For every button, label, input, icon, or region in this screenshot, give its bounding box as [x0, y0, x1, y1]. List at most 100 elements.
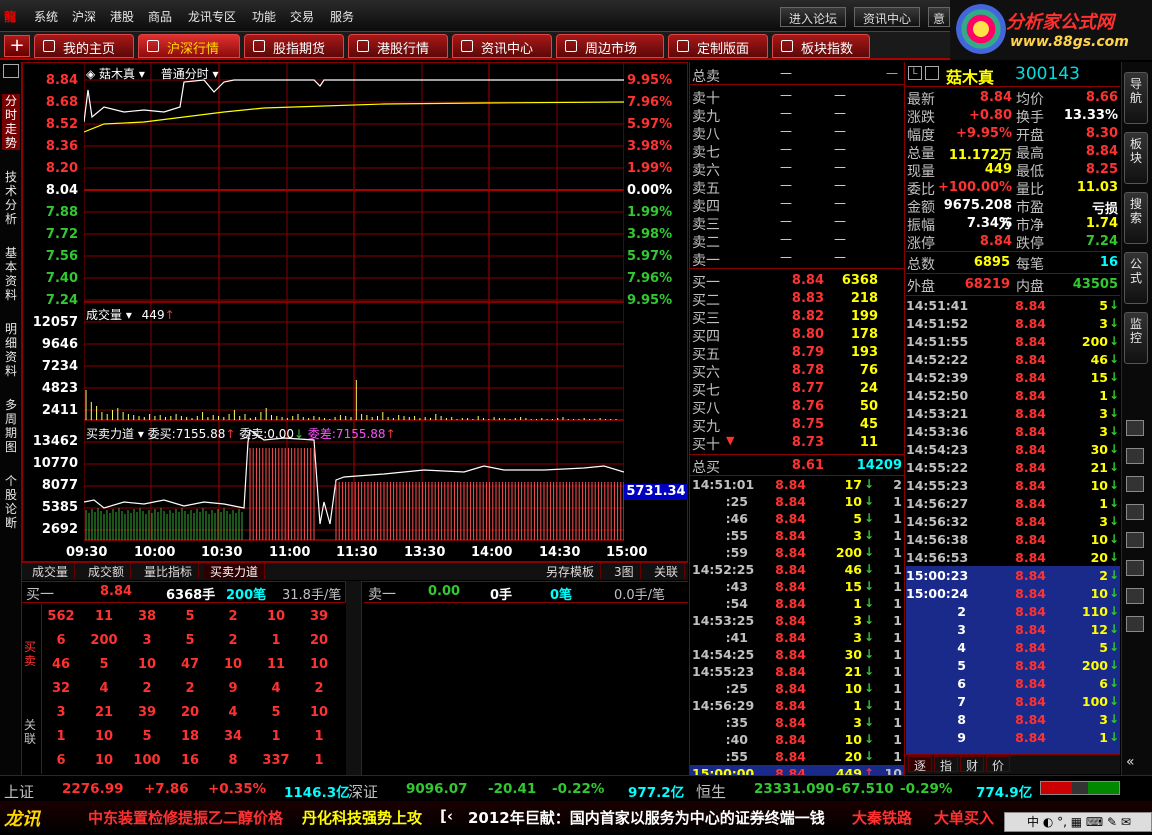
menu-hk[interactable]: 港股 — [110, 8, 134, 25]
side-label-related[interactable]: 关联 — [24, 718, 38, 746]
info-label: 委比 — [907, 182, 935, 198]
side-tab-detail[interactable]: 明细资料 — [2, 322, 20, 378]
tool-icon[interactable] — [1126, 588, 1144, 604]
right-tab-0[interactable]: 逐 — [908, 756, 932, 773]
total-sell-label: 总卖 — [692, 69, 720, 85]
info-label: 最高 — [1016, 146, 1044, 162]
chart-icon[interactable] — [925, 66, 939, 80]
forum-button[interactable]: 进入论坛 — [780, 7, 847, 27]
right-tab-2[interactable]: 财 — [960, 756, 984, 773]
info-value: 11.172万 — [948, 148, 1012, 163]
app-logo-icon[interactable]: 龍 — [4, 8, 22, 24]
collapse-icon[interactable]: « — [1126, 754, 1135, 770]
tick-time: :55 — [725, 749, 748, 764]
btab-related[interactable]: 关联 — [648, 563, 686, 579]
tick-price: 8.84 — [1015, 622, 1046, 637]
buy-level-price: 8.83 — [791, 291, 824, 306]
ticker-news-1[interactable]: 中东装置检修提振乙二醇价格 — [88, 807, 283, 828]
buy-level-price: 8.82 — [791, 309, 824, 324]
ticker-logo[interactable]: 龙讯 — [4, 805, 40, 831]
tick-price: 8.84 — [1015, 712, 1046, 727]
divider — [906, 295, 1120, 296]
tab-sector-index[interactable]: 板块指数 — [772, 34, 870, 58]
ticker-bracket-icon[interactable]: [‹ — [440, 807, 453, 825]
tool-icon[interactable] — [1126, 448, 1144, 464]
tab-shsz-quotes[interactable]: 沪深行情 — [138, 34, 240, 58]
index-name[interactable]: 上证 — [4, 781, 34, 802]
right-side-4[interactable]: 监控 — [1124, 312, 1148, 364]
tab-surrounding-markets[interactable]: 周边市场 — [556, 34, 664, 58]
force-label[interactable]: 买卖力道 ▾ 委买:7155.88↑ 委卖:0.00↓ 委差:7155.88↑ — [86, 425, 396, 442]
menu-longxun[interactable]: 龙讯专区 — [188, 8, 236, 25]
tick-price: 8.84 — [1015, 586, 1046, 601]
menu-function[interactable]: 功能 — [252, 8, 276, 25]
tick-direction-icon: ↓ — [864, 562, 875, 576]
btab-save-template[interactable]: 另存模板 — [540, 563, 602, 579]
right-side-2[interactable]: 搜索 — [1124, 192, 1148, 244]
side-tab-fundamental[interactable]: 基本资料 — [2, 246, 20, 302]
right-side-0[interactable]: 导航 — [1124, 72, 1148, 124]
info-value: 7.24 — [1085, 234, 1118, 249]
ticker-news-4[interactable]: 大秦铁路 — [852, 807, 912, 828]
tool-icon[interactable] — [1126, 532, 1144, 548]
tick-count: 1 — [893, 579, 902, 594]
ticker-news-2[interactable]: 丹化科技强势上攻 — [302, 807, 422, 828]
add-tab-button[interactable]: + — [4, 35, 30, 57]
ticker-news-3[interactable]: 2012年巨献：国内首家以服务为中心的证券终端一钱 — [468, 807, 825, 828]
side-label-buysell[interactable]: 买卖 — [24, 640, 38, 668]
info-center-button[interactable]: 资讯中心 — [854, 7, 921, 27]
tick-time: :25 — [725, 681, 748, 696]
volume-label[interactable]: 成交量 ▾ 449↑ — [86, 306, 175, 323]
btab-amount[interactable]: 成交额 — [82, 563, 132, 579]
btab-volume-ratio[interactable]: 量比指标 — [138, 563, 200, 579]
tool-icon[interactable] — [1126, 560, 1144, 576]
menu-trade[interactable]: 交易 — [290, 8, 314, 25]
tick-volume: 5 — [1099, 640, 1108, 655]
side-tab-multiperiod[interactable]: 多周期图 — [2, 398, 20, 454]
page-icon[interactable] — [3, 64, 19, 78]
queue-scrollbar[interactable] — [346, 581, 362, 775]
tab-index-futures[interactable]: 股指期货 — [244, 34, 344, 58]
tick-volume: 200 — [835, 545, 862, 560]
right-tab-1[interactable]: 指 — [934, 756, 958, 773]
tab-home[interactable]: 我的主页 — [34, 34, 134, 58]
tick-time: 14:55:22 — [906, 460, 969, 475]
down-arrow-icon[interactable]: ▼ — [726, 434, 734, 447]
index-name[interactable]: 深证 — [348, 781, 378, 802]
percent-tick: 5.97% — [627, 117, 673, 132]
tick-price: 8.84 — [775, 545, 806, 560]
chart-stock-label[interactable]: ◈ 菇木真 ▾ 普通分时 ▾ — [86, 65, 219, 82]
queue-cell: 5 — [185, 609, 195, 624]
queue-cell: 5 — [99, 657, 109, 672]
menu-service[interactable]: 服务 — [330, 8, 354, 25]
side-tab-stock-analysis[interactable]: 个股论断 — [2, 474, 20, 530]
tab-hk-quotes[interactable]: 港股行情 — [348, 34, 448, 58]
tick-count: 1 — [893, 664, 902, 679]
right-tab-3[interactable]: 价 — [986, 756, 1010, 773]
index-name[interactable]: 恒生 — [696, 781, 726, 802]
right-side-1[interactable]: 板块 — [1124, 132, 1148, 184]
side-tab-technical[interactable]: 技术分析 — [2, 170, 20, 226]
right-side-3[interactable]: 公式 — [1124, 252, 1148, 304]
queue-cell: 2 — [142, 681, 152, 696]
tool-icon[interactable] — [1126, 420, 1144, 436]
tool-icon[interactable] — [1126, 504, 1144, 520]
k-icon[interactable]: L — [908, 66, 922, 80]
btab-3-charts[interactable]: 3图 — [608, 563, 641, 579]
tool-icon[interactable] — [1126, 616, 1144, 632]
menu-shsz[interactable]: 沪深 — [72, 8, 96, 25]
more-button[interactable]: 意 — [928, 7, 950, 27]
menu-system[interactable]: 系统 — [34, 8, 58, 25]
tick-time: 14:51:52 — [906, 316, 969, 331]
tick-time: :43 — [725, 579, 748, 594]
tab-custom-layout[interactable]: 定制版面 — [668, 34, 768, 58]
btab-volume[interactable]: 成交量 — [26, 563, 76, 579]
ime-tray[interactable]: 中 ◐ °, ▦ ⌨ ✎ ✉ — [1004, 812, 1152, 832]
side-tab-timeshare[interactable]: 分时走势 — [2, 94, 20, 150]
btab-force[interactable]: 买卖力道 — [204, 563, 266, 579]
tool-icon[interactable] — [1126, 476, 1144, 492]
menu-commodity[interactable]: 商品 — [148, 8, 172, 25]
ticker-news-5[interactable]: 大单买入 — [934, 807, 994, 828]
tab-info-center[interactable]: 资讯中心 — [452, 34, 552, 58]
tick-time: 14:54:25 — [692, 647, 755, 662]
